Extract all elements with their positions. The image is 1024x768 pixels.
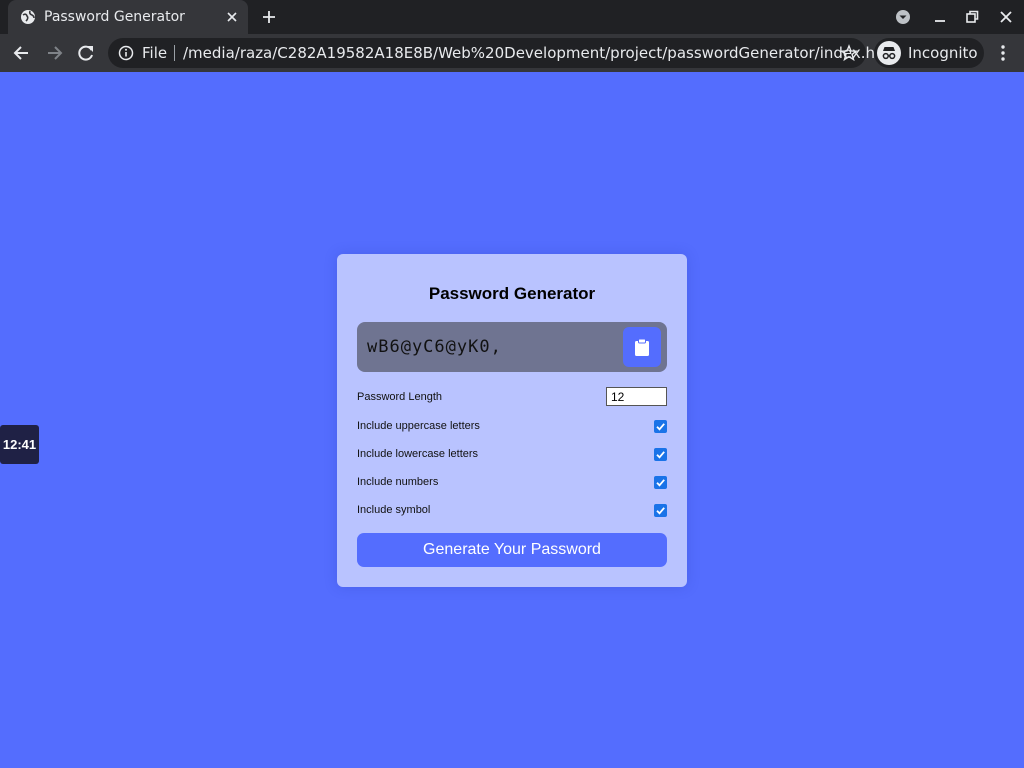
browser-tab[interactable]: Password Generator [8, 0, 248, 34]
generate-password-button[interactable]: Generate Your Password [357, 533, 667, 567]
forward-icon[interactable] [44, 43, 64, 63]
option-row-lowercase: Include lowercase letters [357, 444, 667, 466]
option-row-uppercase: Include uppercase letters [357, 416, 667, 438]
globe-icon [21, 10, 35, 24]
uppercase-label: Include uppercase letters [357, 420, 480, 432]
new-tab-icon[interactable] [260, 8, 278, 26]
reload-icon[interactable] [76, 43, 96, 63]
tab-title: Password Generator [44, 9, 185, 25]
url-text[interactable]: /media/raza/C282A19582A18E8B/Web%20Devel… [183, 44, 900, 62]
close-window-icon[interactable] [997, 8, 1015, 26]
incognito-label: Incognito [908, 44, 978, 62]
numbers-label: Include numbers [357, 476, 439, 488]
browser-toolbar: File /media/raza/C282A19582A18E8B/Web%20… [0, 34, 1024, 72]
option-row-symbol: Include symbol [357, 500, 667, 522]
back-icon[interactable] [12, 43, 32, 63]
password-length-input[interactable] [606, 387, 667, 406]
minimize-icon[interactable] [931, 8, 949, 26]
numbers-checkbox[interactable] [654, 476, 667, 489]
password-length-row: Password Length [357, 387, 667, 409]
tab-search-icon[interactable] [894, 8, 912, 26]
address-divider [174, 45, 175, 61]
password-result-box: wB6@yC6@yK0, [357, 322, 667, 372]
kebab-menu-icon[interactable] [994, 43, 1012, 63]
option-row-numbers: Include numbers [357, 472, 667, 494]
copy-button[interactable] [623, 327, 661, 367]
address-bar[interactable]: File /media/raza/C282A19582A18E8B/Web%20… [108, 38, 900, 68]
tab-strip: Password Generator [0, 0, 1024, 34]
star-icon[interactable] [840, 44, 858, 62]
incognito-profile-button[interactable]: Incognito [874, 38, 984, 68]
symbol-label: Include symbol [357, 504, 431, 516]
generated-password: wB6@yC6@yK0, [367, 337, 502, 357]
info-icon[interactable] [118, 45, 134, 61]
scheme-label: File [142, 44, 168, 62]
password-length-label: Password Length [357, 391, 442, 403]
page-title: Password Generator [428, 284, 596, 303]
symbol-checkbox[interactable] [654, 504, 667, 517]
password-generator-card: Password Generator wB6@yC6@yK0, Password… [337, 254, 687, 587]
close-tab-icon[interactable] [224, 9, 240, 25]
lowercase-checkbox[interactable] [654, 448, 667, 461]
incognito-icon [877, 41, 901, 65]
restore-icon[interactable] [963, 8, 981, 26]
clipboard-icon [635, 338, 649, 356]
lowercase-label: Include lowercase letters [357, 448, 479, 460]
uppercase-checkbox[interactable] [654, 420, 667, 433]
clock-widget: 12:41 [0, 425, 39, 464]
